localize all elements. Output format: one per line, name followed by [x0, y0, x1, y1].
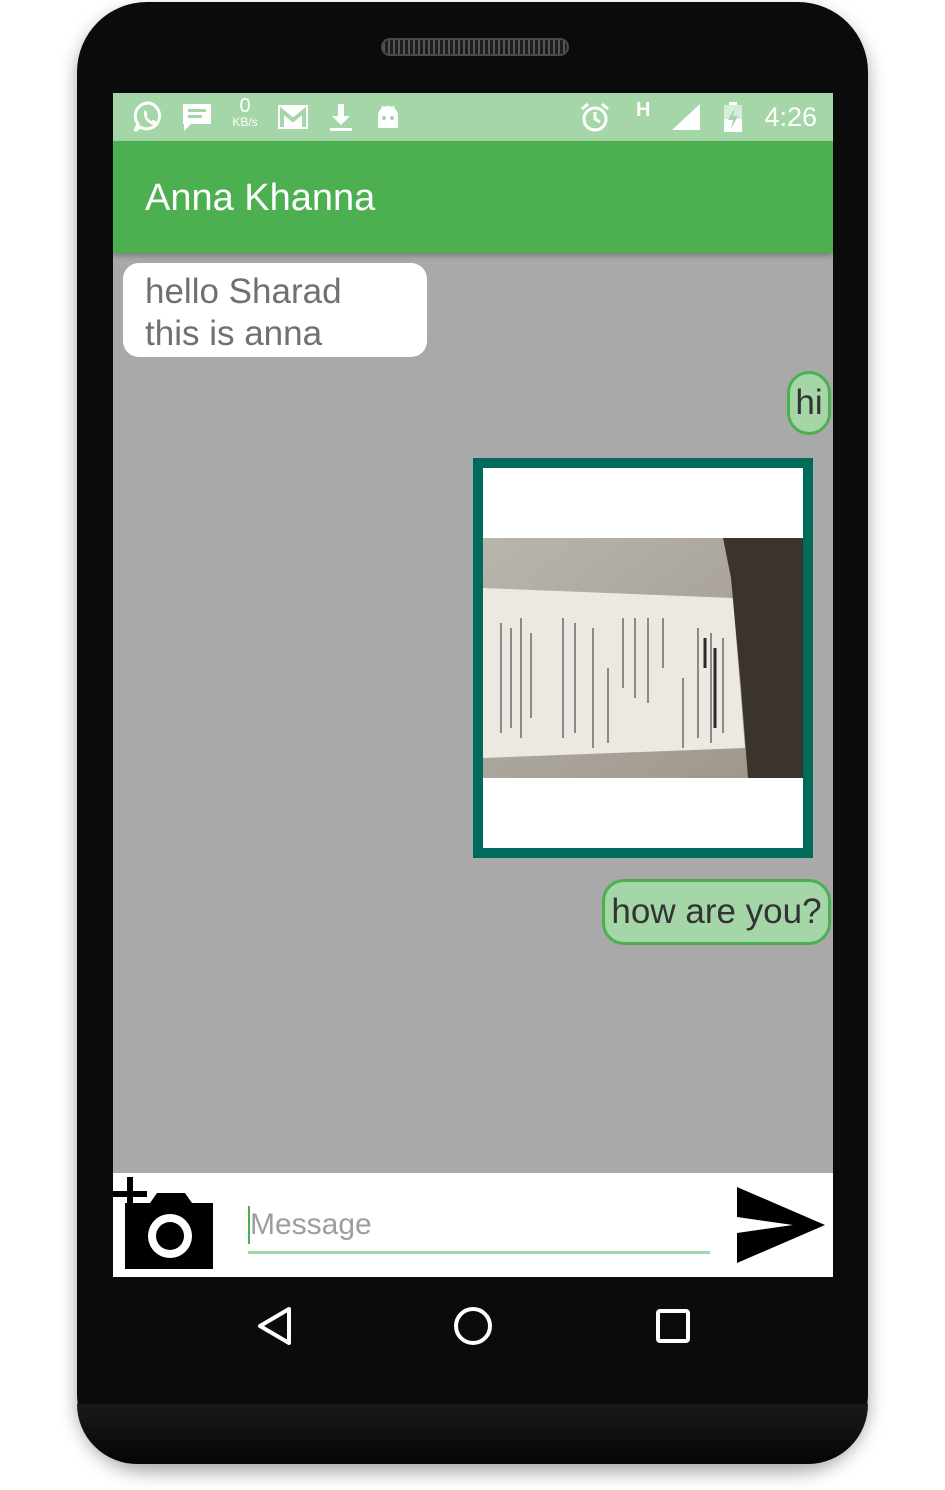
android-icon — [371, 101, 405, 133]
message-input[interactable] — [248, 1199, 710, 1254]
message-icon — [179, 101, 215, 133]
status-bar: 0 KB/s H 4:26 — [113, 93, 833, 141]
incoming-message-bubble[interactable]: hello Sharad this is anna — [123, 263, 427, 357]
device-screen: 0 KB/s H 4:26 Anna Khanna hello Sharad t… — [113, 93, 833, 1277]
alarm-icon — [577, 101, 613, 133]
network-speed-unit: KB/s — [232, 115, 258, 129]
network-speed-value: 0 — [239, 95, 251, 117]
app-bar: Anna Khanna — [113, 141, 833, 253]
outgoing-message-bubble[interactable]: how are you? — [602, 879, 831, 945]
outgoing-message-bubble[interactable]: hi — [787, 371, 831, 435]
receipt-photo — [483, 538, 803, 778]
network-speed: 0 KB/s — [227, 96, 263, 128]
phone-speaker — [381, 38, 569, 56]
signal-icon — [669, 101, 703, 133]
back-triangle-icon[interactable] — [255, 1305, 293, 1352]
send-icon[interactable] — [733, 1183, 829, 1272]
image-message-canvas — [483, 468, 803, 848]
recents-square-icon[interactable] — [655, 1308, 691, 1349]
contact-name-title: Anna Khanna — [145, 177, 376, 219]
outgoing-image-message[interactable] — [473, 458, 813, 858]
add-photo-camera-icon[interactable] — [113, 1175, 217, 1276]
status-time: 4:26 — [764, 102, 817, 132]
whatsapp-icon — [131, 101, 167, 133]
phone-chin — [77, 1404, 868, 1464]
gmail-icon — [275, 101, 311, 133]
network-type: H — [636, 99, 651, 121]
message-composer — [113, 1173, 833, 1277]
text-cursor — [248, 1206, 250, 1244]
battery-charging-icon — [719, 101, 747, 133]
home-circle-icon[interactable] — [452, 1305, 494, 1352]
system-navigation-bar — [113, 1277, 833, 1373]
download-icon — [325, 101, 357, 133]
